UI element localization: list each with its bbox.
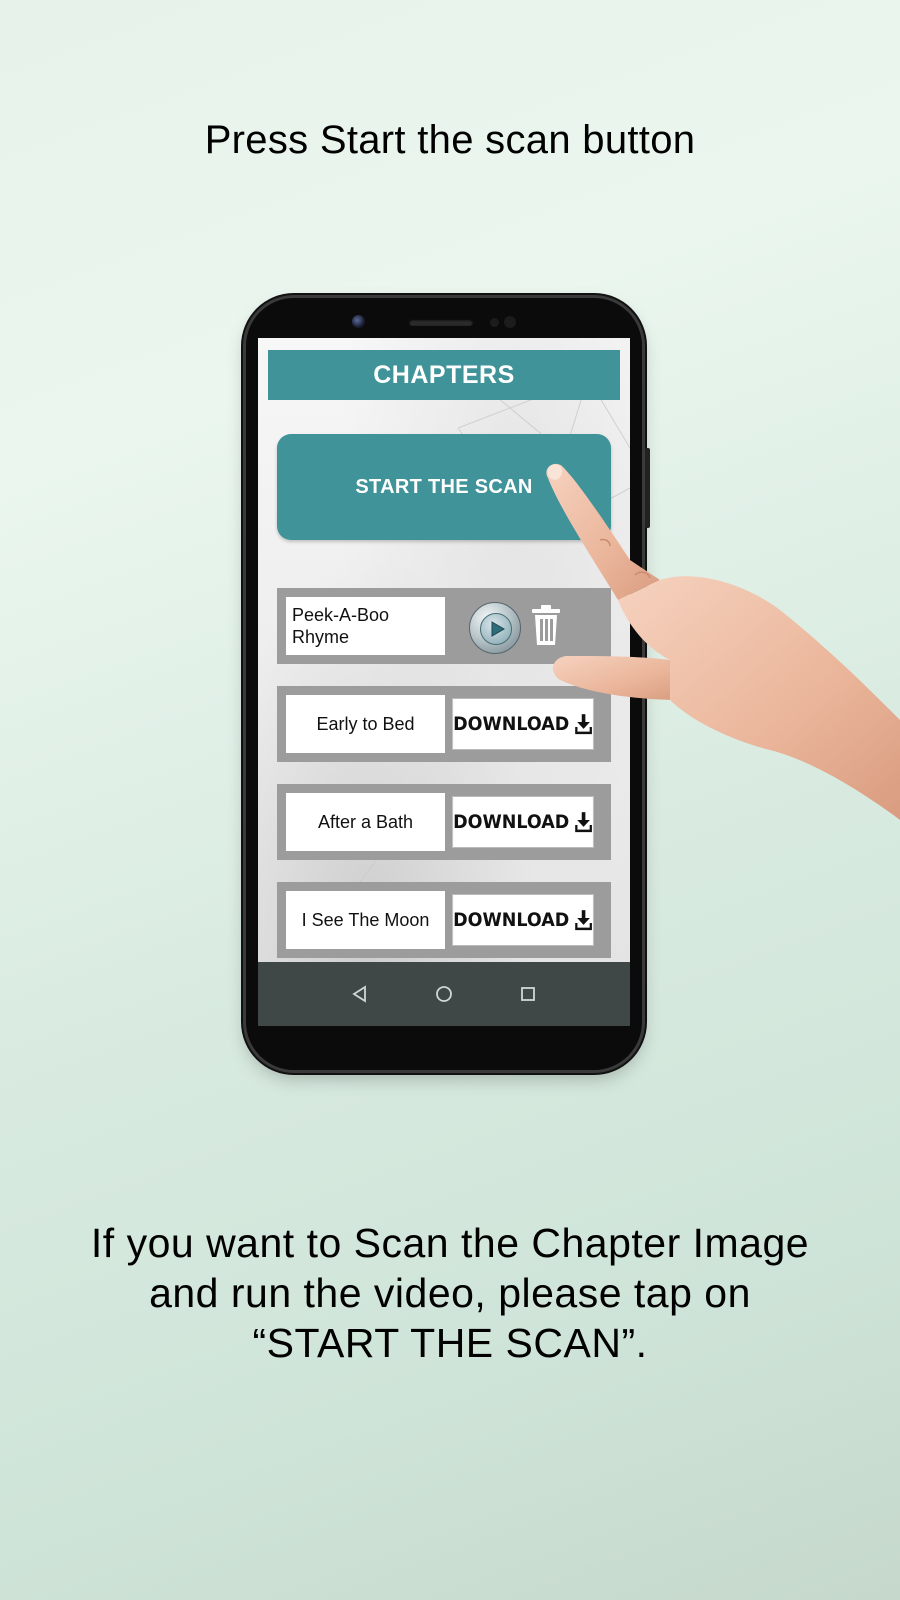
download-label: DOWNLOAD — [453, 909, 570, 931]
instruction-caption: If you want to Scan the Chapter Image an… — [30, 1218, 870, 1368]
headline: Press Start the scan button — [204, 118, 696, 162]
back-icon[interactable] — [350, 984, 370, 1004]
pointing-hand-image — [546, 463, 900, 820]
chapters-header: CHAPTERS — [268, 350, 620, 400]
download-icon — [575, 910, 593, 931]
header-title: CHAPTERS — [373, 360, 515, 389]
chapter-title: After a Bath — [286, 793, 445, 851]
chapter-title-line: Rhyme — [292, 627, 350, 647]
caption-line: “START THE SCAN”. — [252, 1320, 648, 1366]
front-camera — [352, 315, 365, 328]
download-button[interactable]: DOWNLOAD — [452, 894, 594, 946]
play-button-inner — [480, 613, 512, 645]
light-sensor — [504, 316, 516, 328]
recents-icon[interactable] — [518, 984, 538, 1004]
caption-line: If you want to Scan the Chapter Image — [90, 1220, 810, 1266]
play-icon[interactable] — [469, 602, 521, 654]
chapter-title-line: Peek-A-Boo — [292, 605, 390, 625]
home-icon[interactable] — [434, 984, 454, 1004]
chapter-title: Early to Bed — [286, 695, 445, 753]
proximity-sensor — [490, 318, 499, 327]
android-navbar — [258, 962, 630, 1026]
play-triangle — [491, 621, 505, 637]
caption-line: and run the video, please tap on — [149, 1270, 751, 1316]
chapter-title: I See The Moon — [286, 891, 445, 949]
chapter-row: I See The Moon DOWNLOAD — [277, 882, 611, 958]
start-scan-label: START THE SCAN — [355, 475, 533, 498]
earpiece-speaker — [409, 319, 473, 326]
chapter-title: Peek-A-Boo Rhyme — [286, 597, 445, 655]
